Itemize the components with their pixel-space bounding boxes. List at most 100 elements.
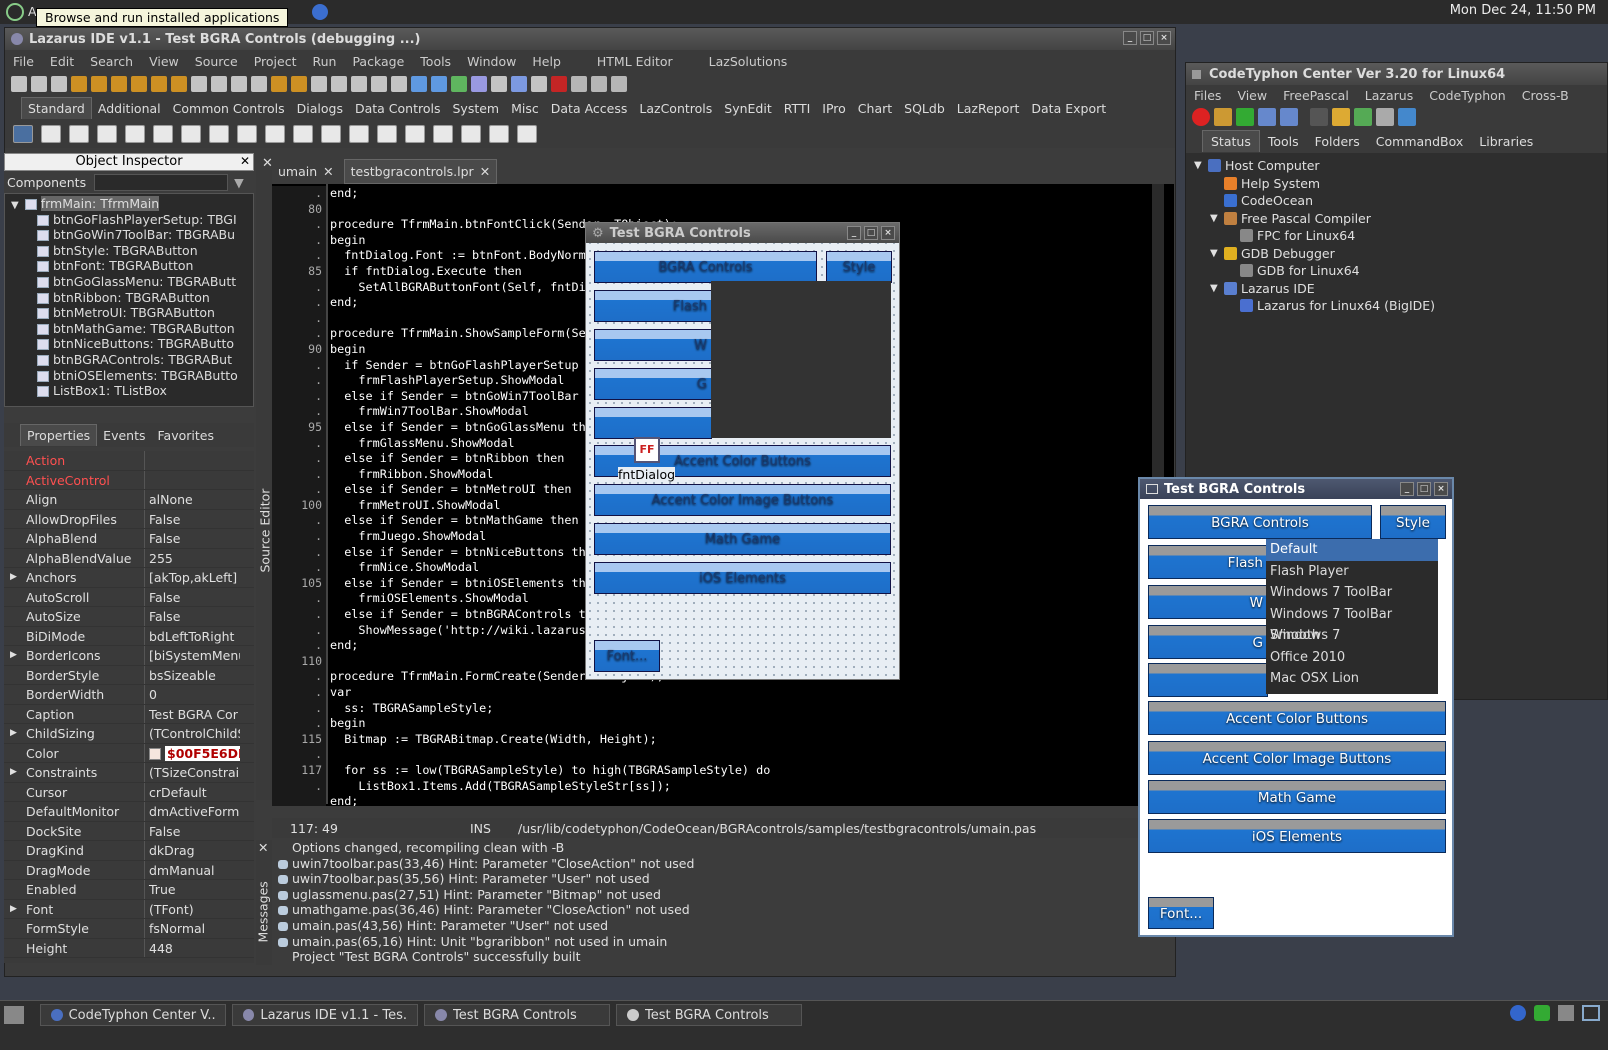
math-game-button[interactable]: Math Game: [1148, 780, 1446, 814]
center-menu-item[interactable]: FreePascal: [1275, 88, 1357, 103]
palette-tab[interactable]: Common Controls: [167, 98, 291, 119]
property-row[interactable]: FormStyle fsNormal: [4, 919, 254, 939]
toolbar-icon[interactable]: [511, 76, 527, 92]
palette-component-icon[interactable]: [41, 125, 61, 143]
browser-icon[interactable]: [312, 4, 328, 20]
center-tree-node[interactable]: GDB for Linux64: [1186, 262, 1607, 280]
toolbar-icon[interactable]: [131, 76, 147, 92]
font-dialog-icon[interactable]: FF: [634, 437, 660, 463]
toolbar-icon[interactable]: [391, 76, 407, 92]
expand-icon[interactable]: ▼: [1210, 283, 1224, 294]
center-menu-item[interactable]: Cross-B: [1514, 88, 1577, 103]
chart-icon[interactable]: [1398, 108, 1416, 126]
center-menu-item[interactable]: CodeTyphon: [1421, 88, 1514, 103]
property-value[interactable]: Test BGRA Cor: [145, 705, 240, 724]
toolbar-icon[interactable]: [411, 76, 427, 92]
style-list-item[interactable]: Mac OSX Lion: [1266, 668, 1438, 690]
win7-toolbar-button[interactable]: W: [1148, 585, 1268, 619]
center-menu-item[interactable]: View: [1229, 88, 1275, 103]
center-tree-node[interactable]: ▼ Lazarus IDE: [1186, 280, 1607, 298]
network-icon[interactable]: [1510, 1005, 1526, 1021]
palette-tab[interactable]: Dialogs: [291, 98, 349, 119]
ribbon-button[interactable]: [1148, 663, 1268, 697]
palette-component-icon[interactable]: [321, 125, 341, 143]
palette-component-icon[interactable]: [265, 125, 285, 143]
code-line[interactable]: for ss := low(TBGRASampleStyle) to high(…: [330, 763, 1150, 779]
property-value[interactable]: True: [145, 880, 240, 899]
toolbar-icon[interactable]: [271, 76, 287, 92]
palette-component-icon[interactable]: [433, 125, 453, 143]
center-tree-node[interactable]: CodeOcean: [1186, 192, 1607, 210]
property-value[interactable]: False: [145, 607, 240, 626]
code-line[interactable]: end;: [330, 186, 1150, 202]
tree-icon[interactable]: [1354, 108, 1372, 126]
palette-tab[interactable]: SynEdit: [718, 98, 777, 119]
tree-node[interactable]: btniOSElements: TBGRAButto: [5, 368, 253, 384]
property-value[interactable]: dmManual: [145, 861, 240, 880]
property-value[interactable]: dkDrag: [145, 841, 240, 860]
style-button[interactable]: Style: [1380, 505, 1446, 539]
menu-item[interactable]: View: [141, 54, 187, 69]
property-value[interactable]: [145, 451, 240, 470]
designer-form[interactable]: ⚙ Test BGRA Controls _ □ × BGRA Controls St…: [585, 222, 900, 680]
close-icon[interactable]: ✕: [480, 164, 490, 179]
toolbar-icon[interactable]: [111, 76, 127, 92]
palette-component-icon[interactable]: [13, 125, 33, 143]
property-row[interactable]: Caption Test BGRA Cor: [4, 704, 254, 724]
palette-tab[interactable]: Data Export: [1025, 98, 1112, 119]
property-value[interactable]: dmActiveForm: [145, 802, 240, 821]
property-value[interactable]: (TFont): [145, 900, 240, 919]
property-row[interactable]: AllowDropFiles False: [4, 509, 254, 529]
terminal-icon[interactable]: [1310, 108, 1328, 126]
property-value[interactable]: fsNormal: [145, 919, 240, 938]
toolbar-icon[interactable]: [351, 76, 367, 92]
property-value[interactable]: False: [145, 529, 240, 548]
filter-icon[interactable]: ▼: [234, 175, 244, 190]
palette-tab[interactable]: System: [446, 98, 505, 119]
palette-component-icon[interactable]: [461, 125, 481, 143]
tree-node[interactable]: btnMathGame: TBGRAButton: [5, 321, 253, 337]
property-row[interactable]: AlphaBlend False: [4, 529, 254, 549]
palette-component-icon[interactable]: [405, 125, 425, 143]
minimize-button[interactable]: _: [1400, 482, 1414, 496]
property-value[interactable]: [145, 471, 240, 490]
toolbar-icon[interactable]: [311, 76, 327, 92]
center-tree-node[interactable]: Lazarus for Linux64 (BigIDE): [1186, 297, 1607, 315]
palette-component-icon[interactable]: [97, 125, 117, 143]
maximize-button[interactable]: □: [1140, 31, 1154, 45]
toolbar-icon[interactable]: [491, 76, 507, 92]
inspector-tab[interactable]: Properties: [20, 424, 98, 446]
designer-flash-button[interactable]: Flash: [594, 290, 712, 322]
palette-tab[interactable]: Standard: [21, 97, 92, 119]
toolbar-icon[interactable]: [451, 76, 467, 92]
palette-component-icon[interactable]: [237, 125, 257, 143]
toolbar-icon[interactable]: [51, 76, 67, 92]
tree-node[interactable]: btnBGRAControls: TBGRABut: [5, 352, 253, 368]
glass-menu-button[interactable]: G: [1148, 625, 1268, 659]
tree-node[interactable]: ListBox1: TListBox: [5, 383, 253, 399]
toolbar-icon[interactable]: [591, 76, 607, 92]
style-listbox[interactable]: Default Flash Player Windows 7 ToolBar Wind…: [1266, 539, 1438, 694]
toolbar-icon[interactable]: [291, 76, 307, 92]
designer-listbox[interactable]: [711, 281, 891, 438]
palette-tab[interactable]: LazReport: [951, 98, 1026, 119]
palette-tab[interactable]: LazControls: [633, 98, 718, 119]
message-line[interactable]: umain.pas(43,56) Hint: Parameter "User" …: [274, 918, 1164, 934]
components-filter-input[interactable]: [94, 173, 229, 191]
palette-tab[interactable]: Data Access: [545, 98, 634, 119]
palette-component-icon[interactable]: [209, 125, 229, 143]
refresh-icon[interactable]: [1236, 108, 1254, 126]
code-line[interactable]: ListBox1.Items.Add(TBGRASampleStyleStr[s…: [330, 779, 1150, 795]
toolbar-icon[interactable]: [211, 76, 227, 92]
designer-ribbon-button[interactable]: [594, 407, 712, 439]
bgra-controls-button[interactable]: BGRA Controls: [1148, 505, 1372, 539]
tree-node[interactable]: btnNiceButtons: TBGRAButto: [5, 336, 253, 352]
style-list-item[interactable]: Windows 7: [1266, 625, 1438, 647]
expand-icon[interactable]: ▶: [10, 763, 17, 782]
taskbar-button[interactable]: Test BGRA Controls: [424, 1004, 610, 1026]
tree-node[interactable]: btnMetroUI: TBGRAButton: [5, 305, 253, 321]
toolbar-icon[interactable]: [191, 76, 207, 92]
designer-math-game-button[interactable]: Math Game: [594, 523, 891, 555]
toolbar-icon[interactable]: [371, 76, 387, 92]
center-tree-node[interactable]: ▼ GDB Debugger: [1186, 245, 1607, 263]
